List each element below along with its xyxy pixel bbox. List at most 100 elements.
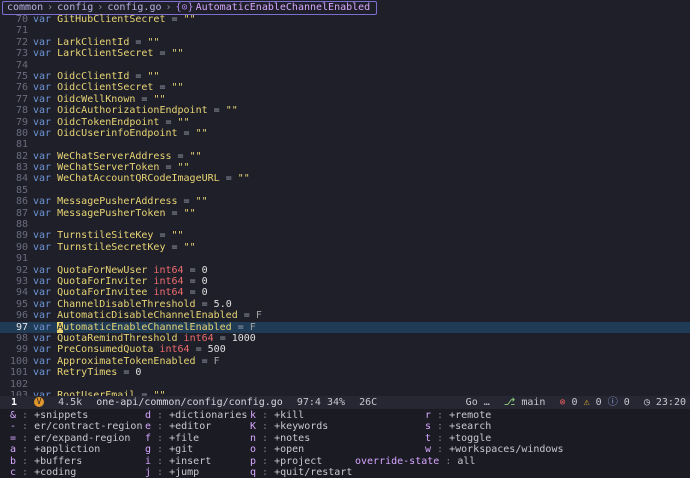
chevron-right-icon: › [97,2,104,13]
line-number: 80 [15,127,28,139]
file-size: 4.5k [58,397,83,408]
which-key-item[interactable]: t : +toggle [425,433,563,444]
which-key-item[interactable]: r : +remote [425,410,563,421]
warning-count[interactable]: 0 [596,397,602,408]
keyword: var [33,70,52,82]
which-key-column: k : +kill K : +keywords n : +notes o : +ope… [250,410,352,478]
operator: = [159,48,166,60]
git-branch-icon: ⎇ [503,397,516,408]
code-line[interactable]: 85 [0,185,690,196]
breadcrumb-box: common › config › config.go › {⊙} AutomaticEnab… [2,1,378,15]
code-line[interactable]: 72 var LarkClientId = "" [0,37,690,48]
code-line[interactable]: 97 var AutomaticEnableChannelEnabled = F [0,321,690,333]
which-key-item[interactable]: s : +search [425,421,563,432]
info-count[interactable]: 0 [624,397,630,408]
code-line[interactable]: 99 var PreConsumedQuota int64 = 500 [0,344,690,355]
breadcrumb-item-common[interactable]: common [7,2,43,13]
code-line[interactable]: 84 var WeChatAccountQRCodeImageURL = "" [0,173,690,184]
code-line[interactable]: 86 var MessagePusherAddress = "" [0,196,690,207]
code-line[interactable]: 90 var TurnstileSecretKey = "" [0,242,690,253]
line-number: 85 [15,184,28,196]
code-line[interactable]: 81 [0,139,690,150]
code-line[interactable]: 102 [0,379,690,390]
line-number: 75 [15,70,28,82]
major-mode[interactable]: Go … [466,397,490,408]
code-line[interactable]: 82 var WeChatServerAddress = "" [0,151,690,162]
operator: = [213,105,220,117]
value: "" [171,82,184,94]
which-key-separator: : [256,421,275,433]
breadcrumb-item-symbol[interactable]: AutomaticEnableChannelEnabled [196,2,371,13]
which-key-description: +dictionaries [169,410,248,421]
identifier: WeChatAccountQRCodeImageURL [57,173,220,185]
which-key-item[interactable]: j : +jump [145,467,247,478]
code-line[interactable]: 95 var ChannelDisableThreshold = 5.0 [0,299,690,310]
code-line[interactable]: 77 var OidcWellKnown = "" [0,94,690,105]
value: "" [183,14,196,25]
error-count[interactable]: 0 [572,397,578,408]
operator: = [183,127,190,139]
which-key-item[interactable]: - : er/contract-region [10,421,142,432]
code-line[interactable]: 101 var RetryTimes = 0 [0,367,690,378]
line-number: 82 [15,150,28,162]
which-key-item[interactable]: & : +snippets [10,410,142,421]
code-line[interactable]: 91 [0,253,690,264]
chevron-right-icon: › [47,2,54,13]
which-key-separator: : [256,455,275,467]
which-key-item[interactable]: q : +quit/restart [250,467,352,478]
which-key-item[interactable]: K : +keywords [250,421,352,432]
value: 500 [207,344,226,356]
code-editor[interactable]: 70 var GitHubClientSecret = "" 71 72 var Lar… [0,14,690,401]
which-key-separator: : [151,455,170,467]
which-key-item[interactable]: a : +appliction [10,444,142,455]
operator: = [189,264,196,276]
code-line[interactable]: 76 var OidcClientSecret = "" [0,82,690,93]
which-key-item[interactable]: g : +git [145,444,247,455]
status-right: Go … ⎇ main ⊗ 0 ⚠ 0 ⓘ 0 ◷ 23:20 [466,396,686,409]
which-key-separator: : [151,432,170,444]
code-line[interactable]: 80 var OidcUserinfoEndpoint = "" [0,128,690,139]
code-line[interactable]: 83 var WeChatServerToken = "" [0,162,690,173]
value: "" [189,150,202,162]
code-line[interactable]: 89 var TurnstileSiteKey = "" [0,230,690,241]
code-line[interactable]: 78 var OidcAuthorizationEndpoint = "" [0,105,690,116]
code-line[interactable]: 96 var AutomaticDisableChannelEnabled = F [0,310,690,321]
which-key-item[interactable]: o : +open [250,444,352,455]
which-key-item[interactable]: d : +dictionaries [145,410,247,421]
breadcrumb-item-file[interactable]: config.go [107,2,161,13]
code-line[interactable]: 87 var MessagePusherToken = "" [0,208,690,219]
which-key-item[interactable]: i : +insert [145,456,247,467]
code-line[interactable]: 92 var QuotaForNewUser int64 = 0 [0,265,690,276]
value: "" [147,70,160,82]
which-key-item[interactable]: c : +coding [10,467,142,478]
breadcrumb-item-config[interactable]: config [57,2,93,13]
code-line[interactable]: 73 var LarkClientSecret = "" [0,48,690,59]
code-line[interactable]: 79 var OidcTokenEndpoint = "" [0,117,690,128]
value: "" [177,116,190,128]
which-key-item[interactable]: n : +notes [250,433,352,444]
which-key-description: +git [169,444,194,456]
code-line[interactable]: 71 [0,25,690,36]
operator: = [177,150,184,162]
identifier: TurnstileSiteKey [57,230,154,242]
git-branch[interactable]: main [521,397,545,408]
code-line[interactable]: 94 var QuotaForInvitee int64 = 0 [0,287,690,298]
which-key-item[interactable]: p : +project [250,456,352,467]
code-line[interactable]: 100 var ApproximateTokenEnabled = F [0,356,690,367]
code-line[interactable]: 88 [0,219,690,230]
code-line[interactable]: 75 var OidcClientId = "" [0,71,690,82]
which-key-description: +appliction [34,444,101,456]
which-key-item[interactable]: f : +file [145,433,247,444]
operator: = [237,321,244,333]
which-key-item[interactable]: k : +kill [250,410,352,421]
code-line[interactable]: 93 var QuotaForInviter int64 = 0 [0,276,690,287]
which-key-item[interactable]: w : +workspaces/windows [425,444,563,455]
line-number: 91 [15,253,28,265]
which-key-item[interactable]: b : +buffers [10,456,142,467]
type: int64 [183,332,214,344]
which-key-item[interactable]: = : er/expand-region [10,433,142,444]
code-line[interactable]: 98 var QuotaRemindThreshold int64 = 1000 [0,333,690,344]
which-key-item[interactable]: e : +editor [145,421,247,432]
code-line[interactable]: 70 var GitHubClientSecret = "" [0,14,690,25]
code-line[interactable]: 74 [0,60,690,71]
